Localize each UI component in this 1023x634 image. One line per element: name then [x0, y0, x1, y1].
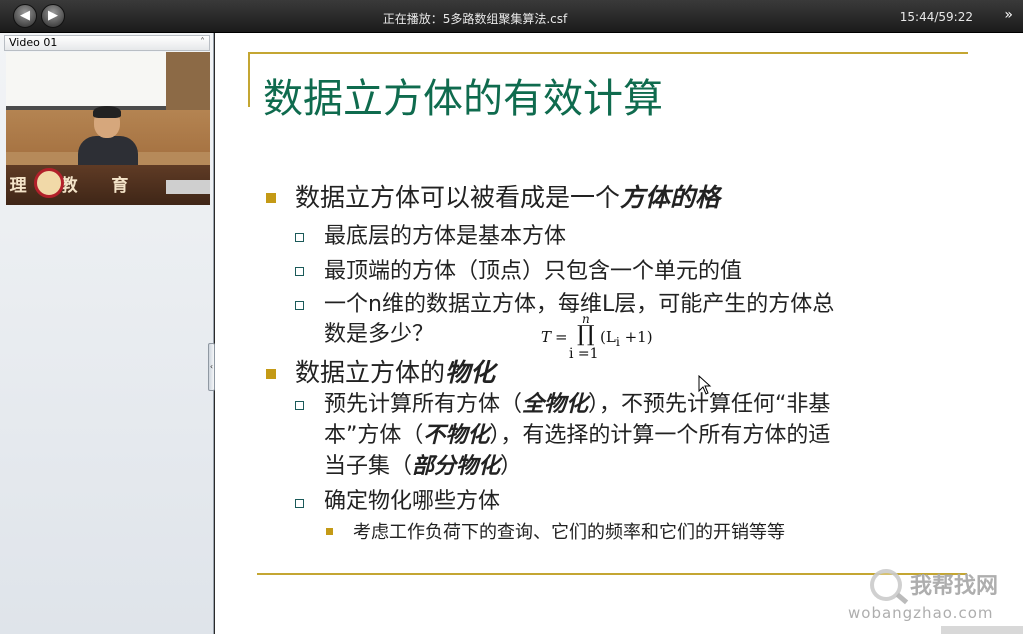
watermark-domain: wobangzhao.com — [848, 604, 994, 622]
collapse-icon[interactable]: ˄ — [200, 36, 205, 50]
bullet-1-emphasis: 方体的格 — [620, 183, 721, 212]
bullet-2-sub-2-detail: 考虑工作负荷下的查询、它们的频率和它们的开销等等 — [353, 522, 785, 543]
bullet-2-sub-2: 确定物化哪些方体 — [324, 489, 501, 514]
formula-equals: = — [555, 328, 568, 346]
hollow-square-icon — [295, 499, 304, 508]
mouse-pointer-icon — [698, 375, 712, 395]
cube-count-formula: T = n ∏ i =1 (Li +1) — [541, 312, 661, 368]
video-panel-title: Video 01 — [9, 36, 58, 49]
small-square-icon — [326, 528, 333, 535]
bullet-2-text: 数据立方体的物化 — [295, 358, 496, 387]
bullet-square-icon — [266, 193, 276, 203]
panel-splitter[interactable]: ‹ — [208, 343, 215, 391]
bullet-1-sub-3-line-2: 数是多少？ — [324, 322, 435, 347]
player-titlebar: ◀ ▶ 正在播放：5多路数组聚集算法.csf 15:44/59:22 » — [0, 0, 1023, 33]
playback-time: 15:44/59:22 — [899, 10, 973, 24]
video-wall-panel — [166, 52, 210, 110]
bullet-2-sub-1-line-2: 本”方体（不物化），有选择的计算一个所有方体的适 — [324, 423, 831, 448]
hollow-square-icon — [295, 301, 304, 310]
corner-bar — [941, 626, 1023, 634]
formula-lower-limit: i =1 — [569, 346, 599, 362]
video-panel: Video 01 ˄ 理 教 育 ‹ — [0, 33, 215, 634]
bullet-1-sub-1: 最底层的方体是基本方体 — [324, 224, 567, 249]
university-logo — [34, 168, 64, 198]
video-panel-header[interactable]: Video 01 ˄ — [4, 35, 210, 51]
watermark-text: 我帮找网 — [910, 574, 999, 599]
bullet-2-sub-1-line-1: 预先计算所有方体（全物化），不预先计算任何“非基 — [324, 392, 831, 417]
bullet-square-icon — [266, 369, 276, 379]
video-whiteboard — [6, 52, 166, 110]
formula-T: T — [541, 328, 552, 346]
video-lecturer-hair — [93, 106, 121, 118]
product-symbol: ∏ — [577, 322, 595, 347]
title-top-rule — [248, 52, 968, 54]
formula-body: (Li +1) — [600, 328, 653, 349]
lecturer-video[interactable]: 理 教 育 — [6, 52, 210, 205]
slide-title: 数据立方体的有效计算 — [263, 76, 663, 122]
now-playing-title: 正在播放：5多路数组聚集算法.csf — [382, 12, 568, 26]
video-laptop — [166, 180, 210, 194]
bullet-2-emphasis: 物化 — [445, 358, 496, 387]
title-side-rule — [248, 53, 250, 107]
bullet-1-sub-2: 最顶端的方体（顶点）只包含一个单元的值 — [324, 259, 743, 284]
bullet-2-sub-1-line-3: 当子集（部分物化） — [324, 454, 523, 479]
podium-text: 理 教 育 — [9, 176, 143, 196]
more-button[interactable]: » — [1004, 7, 1013, 23]
hollow-square-icon — [295, 401, 304, 410]
hollow-square-icon — [295, 233, 304, 242]
bullet-1-text: 数据立方体可以被看成是一个方体的格 — [295, 183, 721, 212]
footer-rule — [257, 573, 967, 575]
bullet-1-sub-3-line-1: 一个n维的数据立方体，每维L层，可能产生的方体总 — [324, 292, 835, 317]
slide-canvas: 数据立方体的有效计算 数据立方体可以被看成是一个方体的格 最底层的方体是基本方体… — [215, 33, 1023, 634]
hollow-square-icon — [295, 267, 304, 276]
